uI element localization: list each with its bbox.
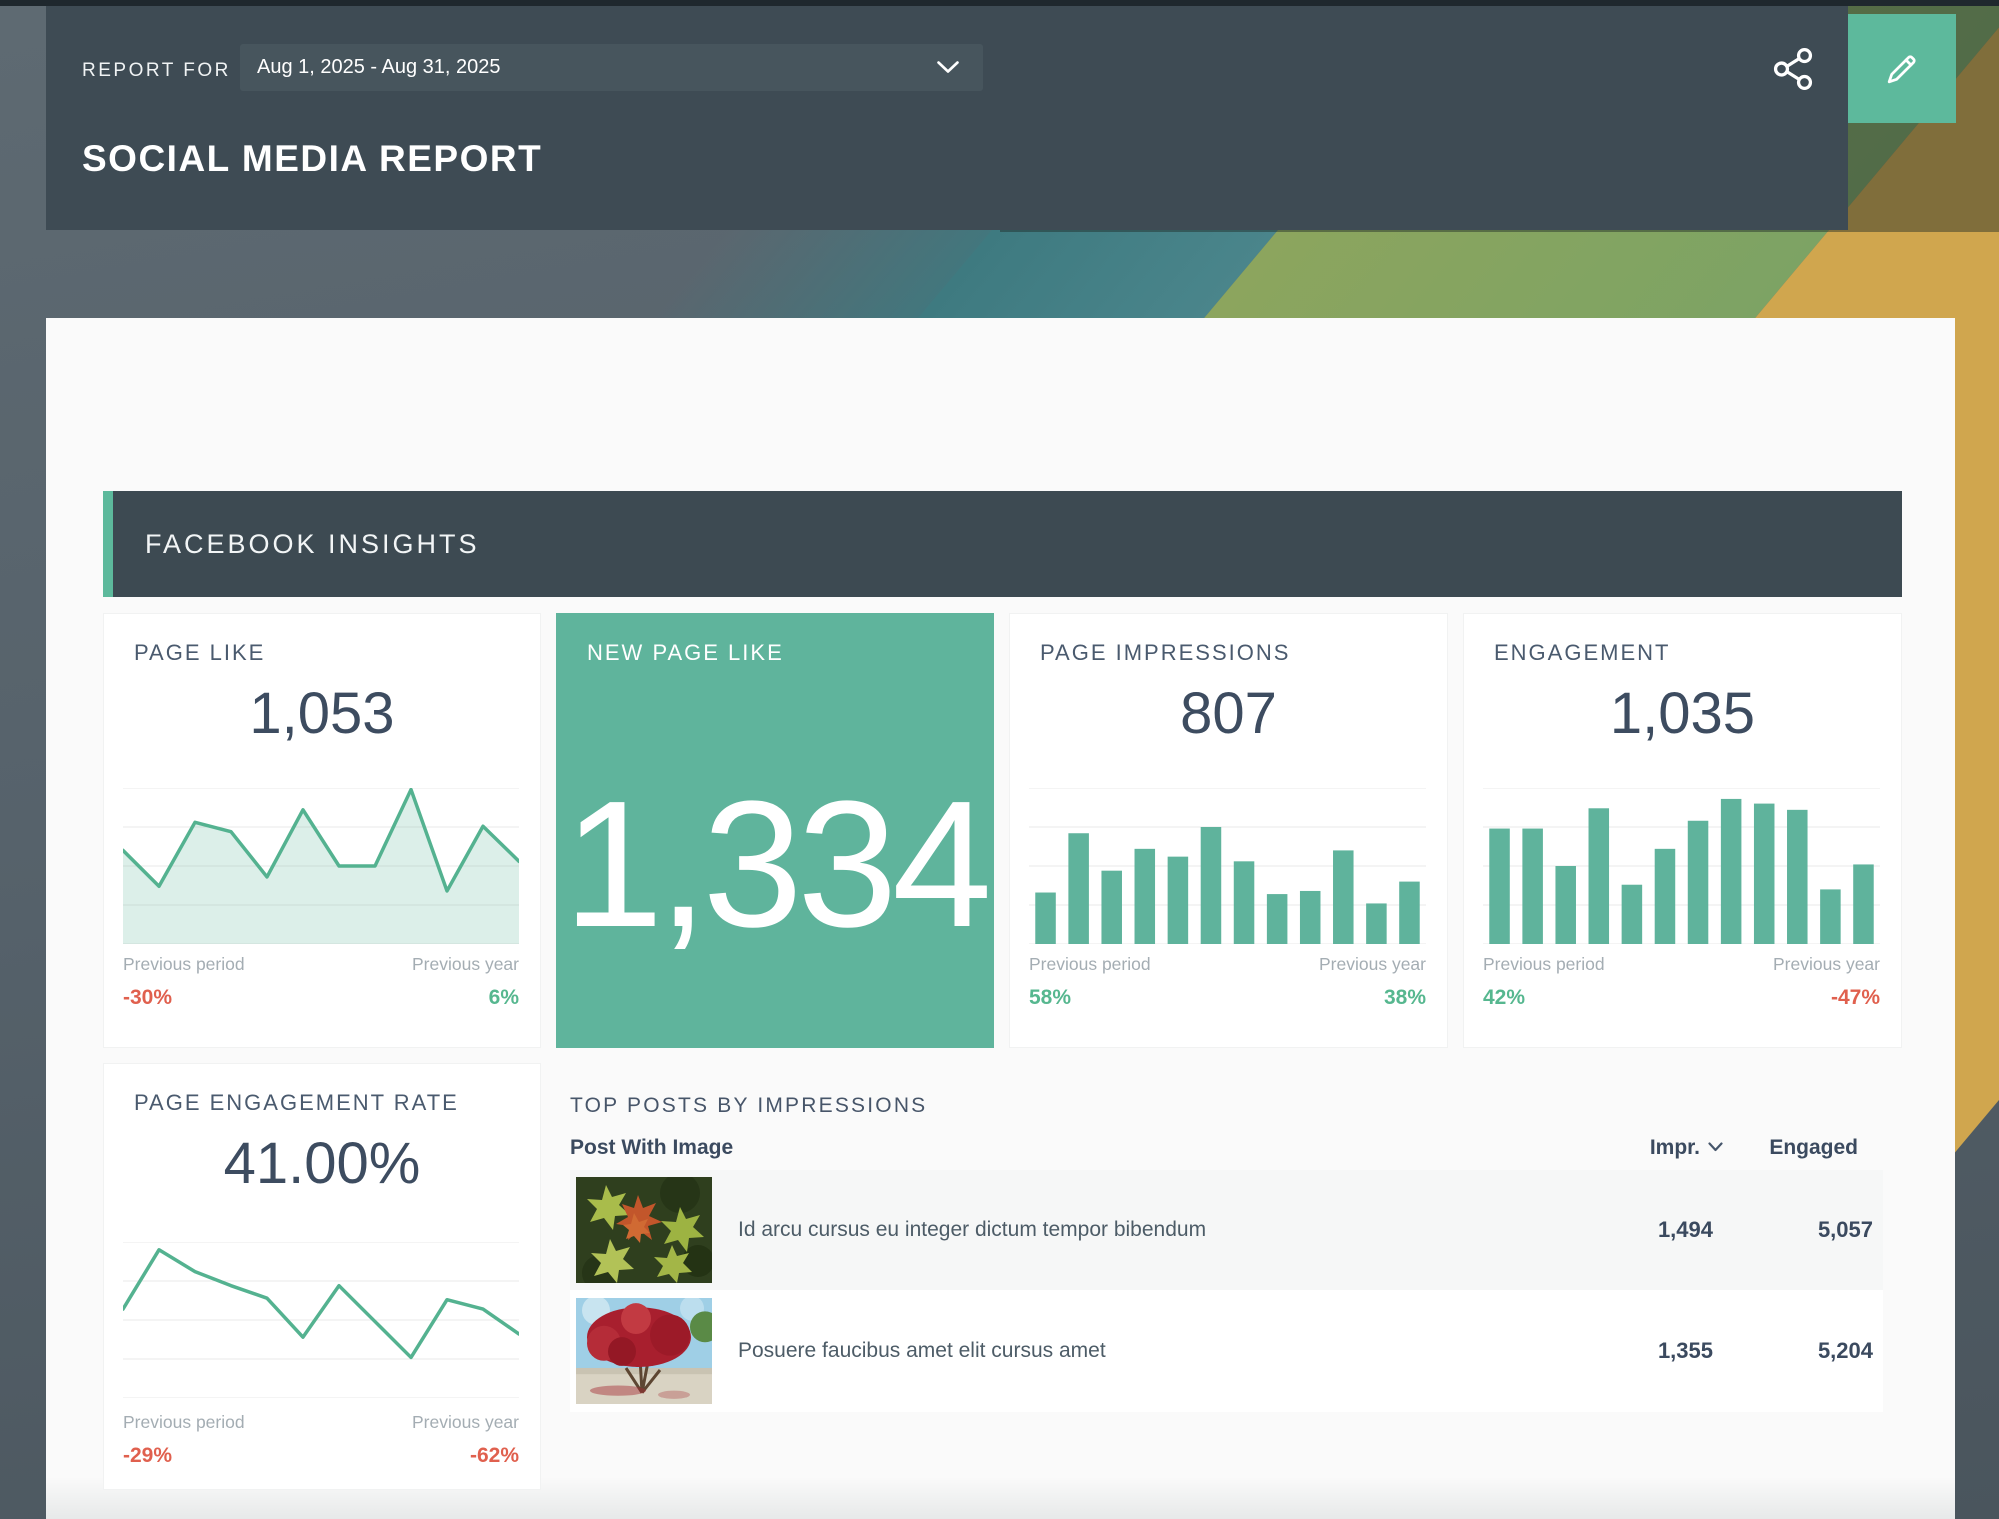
previous-period-change: -30%: [123, 986, 172, 1010]
metric-title: PAGE IMPRESSIONS: [1040, 640, 1290, 666]
facebook-insights-section-header: FACEBOOK INSIGHTS: [103, 491, 1902, 597]
metric-title: PAGE LIKE: [134, 640, 265, 666]
page-like-card: PAGE LIKE 1,053 Previous period Previous…: [103, 613, 541, 1048]
report-for-label: REPORT FOR: [82, 60, 231, 82]
metric-title: NEW PAGE LIKE: [587, 640, 784, 666]
edit-button[interactable]: [1848, 14, 1956, 123]
post-thumbnail-autumn-leaves: [576, 1177, 712, 1283]
sort-chevron-down-icon: [1708, 1142, 1723, 1152]
previous-year-label: Previous year: [1773, 954, 1880, 975]
previous-period-label: Previous period: [123, 1412, 245, 1433]
pencil-icon: [1880, 47, 1924, 91]
post-impressions: 1,494: [1583, 1217, 1713, 1243]
previous-year-label: Previous year: [412, 1412, 519, 1433]
column-impressions-sort[interactable]: Impr.: [1593, 1136, 1723, 1160]
post-text: Posuere faucibus amet elit cursus amet: [738, 1339, 1583, 1363]
social-media-report-page: REPORT FOR Aug 1, 2025 - Aug 31, 2025 SO…: [0, 0, 1999, 1519]
post-engaged: 5,057: [1713, 1217, 1873, 1243]
previous-period-change: 58%: [1029, 986, 1071, 1010]
previous-year-change: 38%: [1384, 986, 1426, 1010]
previous-year-change: -47%: [1831, 986, 1880, 1010]
date-range-value: Aug 1, 2025 - Aug 31, 2025: [257, 56, 937, 79]
metric-value: 1,035: [1464, 680, 1901, 747]
column-post-with-image: Post With Image: [570, 1136, 1593, 1160]
date-range-dropdown[interactable]: Aug 1, 2025 - Aug 31, 2025: [240, 44, 983, 91]
metric-value: 1,053: [104, 680, 540, 747]
post-thumbnail-red-maple-tree: [576, 1298, 712, 1404]
metric-value: 41.00%: [104, 1130, 540, 1197]
page-impressions-chart: [1029, 788, 1426, 944]
table-row[interactable]: Id arcu cursus eu integer dictum tempor …: [570, 1170, 1883, 1290]
post-impressions: 1,355: [1583, 1338, 1713, 1364]
share-icon: [1770, 46, 1816, 92]
column-engaged: Engaged: [1723, 1136, 1883, 1160]
post-text: Id arcu cursus eu integer dictum tempor …: [738, 1218, 1583, 1242]
page-impressions-card: PAGE IMPRESSIONS 807 Previous period Pre…: [1009, 613, 1448, 1048]
engagement-card: ENGAGEMENT 1,035 Previous period Previou…: [1463, 613, 1902, 1048]
previous-period-label: Previous period: [123, 954, 245, 975]
previous-year-change: 6%: [489, 986, 519, 1010]
engagement-chart: [1483, 788, 1880, 944]
chevron-down-icon: [937, 61, 959, 74]
metric-value: 807: [1010, 680, 1447, 747]
metric-value: 1,334: [557, 754, 993, 974]
top-posts-title: TOP POSTS BY IMPRESSIONS: [570, 1094, 927, 1118]
section-title: FACEBOOK INSIGHTS: [145, 529, 480, 560]
new-page-like-card: NEW PAGE LIKE 1,334: [556, 613, 994, 1048]
previous-year-change: -62%: [470, 1444, 519, 1468]
metric-title: ENGAGEMENT: [1494, 640, 1670, 666]
previous-year-label: Previous year: [1319, 954, 1426, 975]
share-button[interactable]: [1762, 38, 1824, 100]
top-posts-table-header: Post With Image Impr. Engaged: [570, 1128, 1883, 1168]
metric-title: PAGE ENGAGEMENT RATE: [134, 1090, 459, 1116]
previous-period-change: -29%: [123, 1444, 172, 1468]
previous-period-label: Previous period: [1483, 954, 1605, 975]
page-like-chart: [123, 788, 519, 944]
section-accent-bar: [103, 491, 113, 597]
previous-year-label: Previous year: [412, 954, 519, 975]
report-header: REPORT FOR Aug 1, 2025 - Aug 31, 2025 SO…: [46, 6, 1848, 230]
previous-period-change: 42%: [1483, 986, 1525, 1010]
page-title: SOCIAL MEDIA REPORT: [82, 138, 542, 180]
table-row[interactable]: Posuere faucibus amet elit cursus amet 1…: [570, 1290, 1883, 1412]
page-engagement-rate-chart: [123, 1242, 519, 1398]
page-engagement-rate-card: PAGE ENGAGEMENT RATE 41.00% Previous per…: [103, 1063, 541, 1490]
post-engaged: 5,204: [1713, 1338, 1873, 1364]
previous-period-label: Previous period: [1029, 954, 1151, 975]
